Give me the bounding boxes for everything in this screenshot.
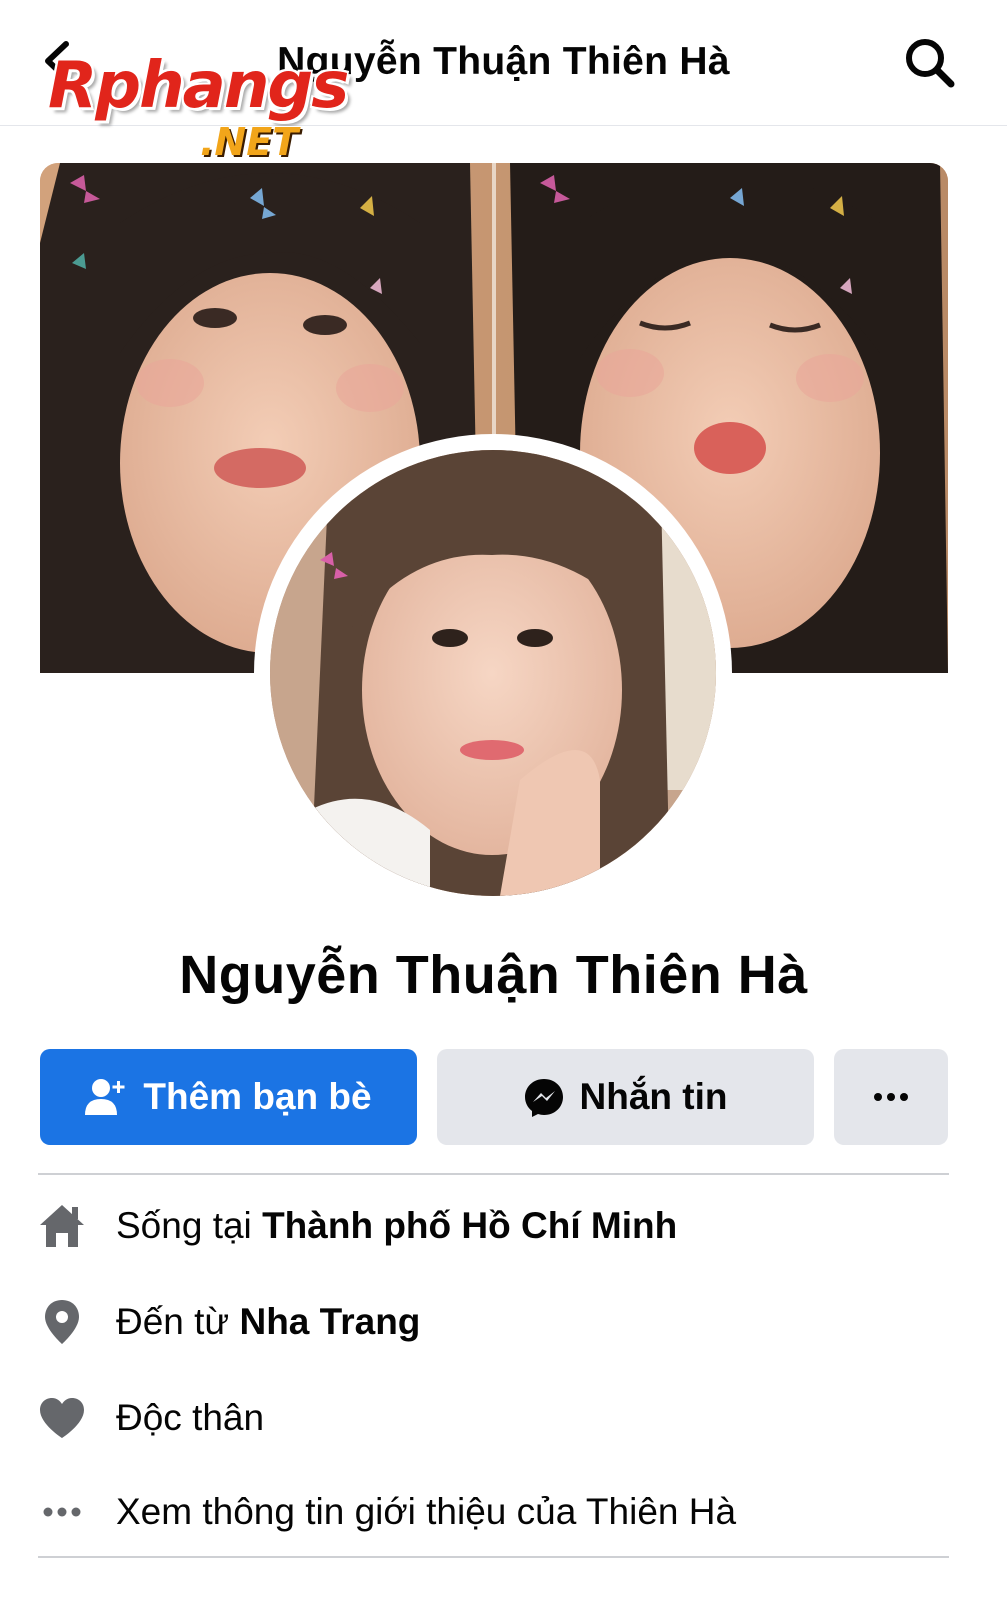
search-icon (906, 39, 955, 88)
add-friend-label: Thêm bạn bè (143, 1076, 372, 1117)
intro-relationship: Độc thân (38, 1388, 949, 1448)
message-label: Nhắn tin (579, 1076, 728, 1117)
intro-lives-in: Sống tại Thành phố Hồ Chí Minh (38, 1196, 949, 1256)
from-value[interactable]: Nha Trang (239, 1301, 420, 1342)
messenger-icon (524, 1077, 564, 1117)
profile-name: Nguyễn Thuận Thiên Hà (179, 945, 808, 1005)
watermark-logo: Rphangs .NET (48, 48, 349, 164)
from-prefix: Đến từ (116, 1301, 240, 1342)
see-about-info-link[interactable]: Xem thông tin giới thiệu của Thiên Hà (38, 1482, 949, 1542)
section-divider (38, 1556, 949, 1558)
relationship-status: Độc thân (116, 1397, 265, 1438)
location-pin-icon (38, 1298, 86, 1346)
see-about-info-label: Xem thông tin giới thiệu của Thiên Hà (116, 1491, 737, 1532)
watermark-domain: .NET (200, 120, 299, 164)
home-icon (38, 1202, 86, 1250)
add-friend-icon (85, 1077, 127, 1117)
profile-picture-frame (254, 434, 732, 912)
message-button[interactable]: Nhắn tin (437, 1049, 814, 1145)
search-button[interactable] (903, 36, 957, 90)
profile-picture[interactable] (270, 450, 716, 896)
heart-icon (38, 1394, 86, 1442)
more-options-button[interactable] (834, 1049, 948, 1145)
lives-in-prefix: Sống tại (116, 1205, 263, 1246)
section-divider (38, 1173, 949, 1175)
lives-in-value[interactable]: Thành phố Hồ Chí Minh (262, 1205, 677, 1246)
watermark-brand: Rphangs (48, 49, 349, 123)
intro-from: Đến từ Nha Trang (38, 1292, 949, 1352)
more-dots-icon (38, 1488, 86, 1536)
add-friend-button[interactable]: Thêm bạn bè (40, 1049, 417, 1145)
more-dots-icon (874, 1093, 908, 1101)
